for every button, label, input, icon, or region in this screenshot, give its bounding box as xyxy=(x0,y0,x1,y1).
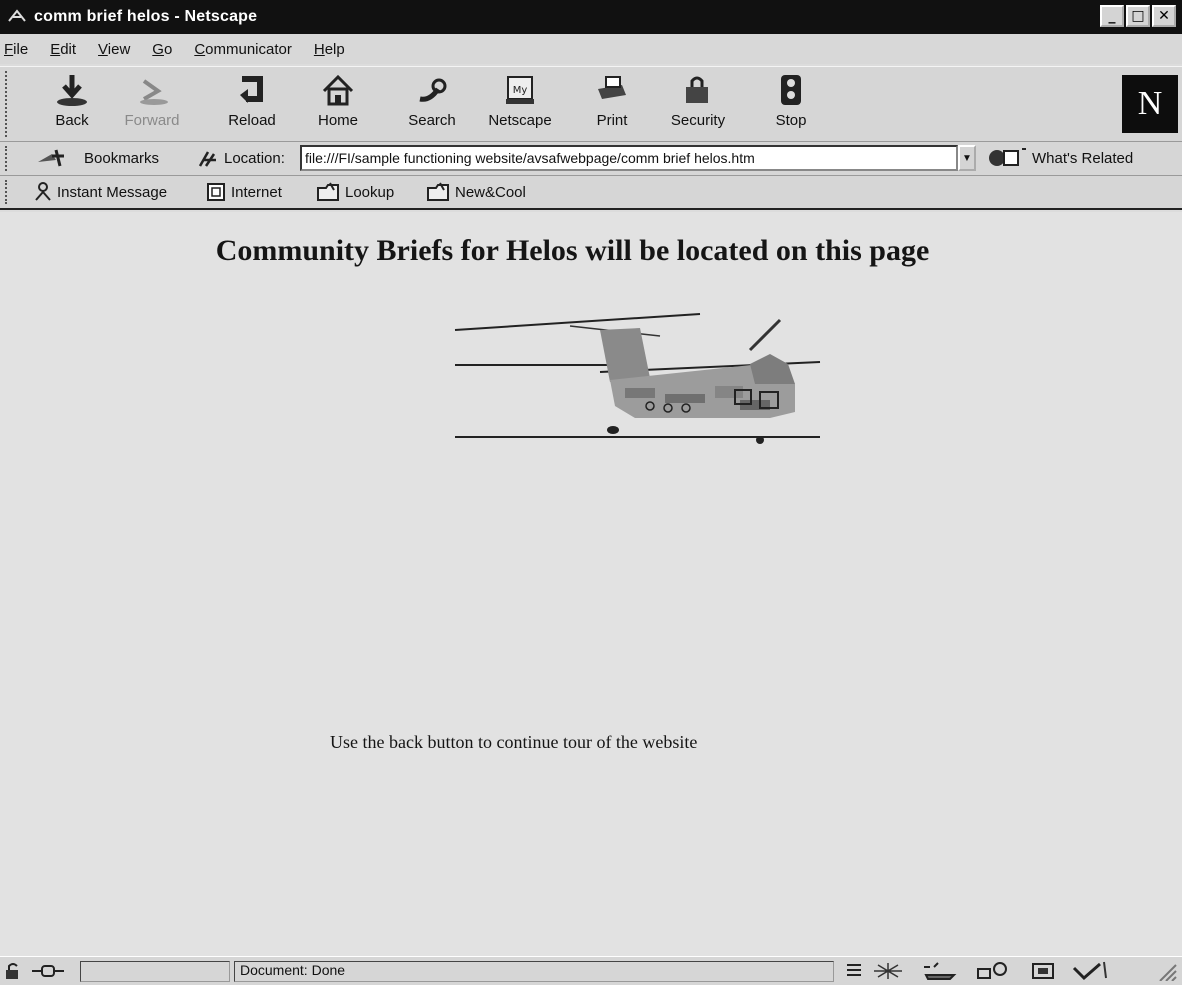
home-icon xyxy=(322,74,354,106)
menu-edit[interactable]: Edit xyxy=(50,41,76,58)
personal-toolbar: Instant Message Internet Lookup New&Cool xyxy=(0,176,1182,210)
location-toolbar-grip[interactable] xyxy=(5,146,11,171)
stop-icon xyxy=(781,75,801,105)
back-arrow-icon xyxy=(57,75,87,106)
mail-icon[interactable] xyxy=(920,961,960,981)
print-button[interactable]: Print xyxy=(572,71,652,137)
url-field[interactable]: file:///FI/sample functioning website/av… xyxy=(300,145,958,171)
online-status-icon[interactable] xyxy=(30,962,66,980)
search-icon xyxy=(419,78,447,102)
back-label: Back xyxy=(55,112,89,129)
forward-button[interactable]: Forward xyxy=(112,71,192,137)
home-label: Home xyxy=(317,112,358,129)
new-cool-button[interactable]: New&Cool xyxy=(426,182,526,202)
internet-label: Internet xyxy=(231,183,282,201)
print-label: Print xyxy=(596,112,628,129)
reload-button[interactable]: Reload xyxy=(212,71,292,137)
composer-icon[interactable] xyxy=(1030,961,1056,981)
bookmarks-label: Bookmarks xyxy=(84,149,160,167)
menu-file[interactable]: File xyxy=(4,41,28,58)
lookup-label: Lookup xyxy=(345,183,395,201)
toolbar-grip[interactable] xyxy=(5,71,11,137)
navigation-toolbar: Back Forward Reload Home Search My Netsc… xyxy=(0,66,1182,142)
whats-related-icon xyxy=(989,148,1026,166)
personal-toolbar-grip[interactable] xyxy=(5,180,11,204)
back-button-instruction: Use the back button to continue tour of … xyxy=(330,732,698,752)
svg-text:My: My xyxy=(513,85,528,96)
search-button[interactable]: Search xyxy=(392,71,472,137)
menu-communicator[interactable]: Communicator xyxy=(194,41,292,58)
menu-bar: File Edit View Go Communicator Help xyxy=(0,34,1182,64)
security-lock-icon[interactable] xyxy=(4,962,26,980)
netscape-logo[interactable]: N xyxy=(1122,75,1178,133)
stop-label: Stop xyxy=(775,112,807,129)
lookup-button[interactable]: Lookup xyxy=(316,182,394,202)
menu-view[interactable]: View xyxy=(98,41,130,58)
page-content[interactable]: Community Briefs for Helos will be locat… xyxy=(0,212,1182,956)
whats-related-label: What's Related xyxy=(1032,149,1134,167)
composer-pen-icon[interactable] xyxy=(1070,960,1120,982)
close-button[interactable]: ✕ xyxy=(1152,5,1176,27)
folder-icon xyxy=(317,182,339,201)
netscape-button[interactable]: My Netscape xyxy=(480,71,560,137)
location-pointer-icon[interactable] xyxy=(196,148,220,168)
my-netscape-icon: My xyxy=(506,76,534,104)
instant-message-button[interactable]: Instant Message xyxy=(34,182,167,202)
netscape-label: Netscape xyxy=(488,112,552,129)
security-label: Security xyxy=(670,112,726,129)
navigator-icon[interactable] xyxy=(870,961,906,981)
component-bar-icon[interactable] xyxy=(844,962,864,980)
home-button[interactable]: Home xyxy=(298,71,378,137)
bookmarks-button[interactable]: Bookmarks xyxy=(34,148,159,168)
menu-help[interactable]: Help xyxy=(314,41,345,58)
window-titlebar[interactable]: comm brief helos - Netscape _ □ ✕ xyxy=(0,0,1182,34)
url-dropdown-button[interactable]: ▼ xyxy=(958,145,976,171)
resize-grip-icon[interactable] xyxy=(1156,961,1178,981)
window-title: comm brief helos - Netscape xyxy=(34,8,258,25)
location-label-group: Location: xyxy=(196,148,285,168)
bookmarks-icon xyxy=(38,149,64,167)
forward-arrow-icon xyxy=(140,79,168,105)
discussion-icon[interactable] xyxy=(974,961,1014,981)
security-button[interactable]: Security xyxy=(658,71,738,137)
location-label: Location: xyxy=(224,149,285,167)
folder-icon xyxy=(427,182,449,201)
whats-related-button[interactable]: What's Related xyxy=(988,147,1133,169)
back-button[interactable]: Back xyxy=(32,71,112,137)
netscape-window-icon xyxy=(6,6,28,28)
print-icon xyxy=(598,76,626,99)
maximize-button[interactable]: □ xyxy=(1126,5,1150,27)
page-heading: Community Briefs for Helos will be locat… xyxy=(215,234,930,267)
menu-go[interactable]: Go xyxy=(152,41,172,58)
internet-button[interactable]: Internet xyxy=(206,182,282,202)
reload-label: Reload xyxy=(228,112,276,129)
location-toolbar: Bookmarks Location: file:///FI/sample fu… xyxy=(0,142,1182,176)
minimize-button[interactable]: _ xyxy=(1100,5,1124,27)
helicopter-image xyxy=(454,313,821,444)
forward-label: Forward xyxy=(124,112,180,129)
status-text: Document: Done xyxy=(240,962,346,978)
person-icon xyxy=(35,182,51,201)
reload-icon xyxy=(240,76,263,103)
stop-button[interactable]: Stop xyxy=(751,71,831,137)
lock-icon xyxy=(686,76,708,103)
search-label: Search xyxy=(408,112,456,129)
status-bar: Document: Done xyxy=(0,956,1182,985)
instant-message-label: Instant Message xyxy=(57,183,168,201)
new-cool-label: New&Cool xyxy=(455,183,526,201)
progress-panel xyxy=(80,961,230,982)
bookmark-page-icon xyxy=(207,183,225,201)
